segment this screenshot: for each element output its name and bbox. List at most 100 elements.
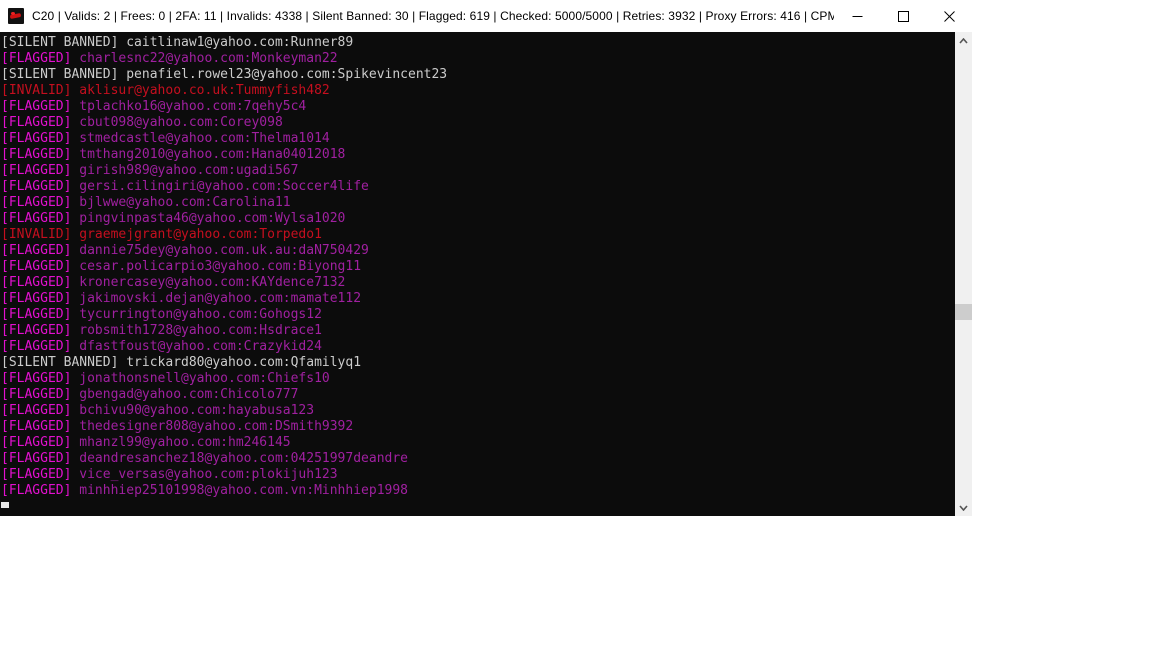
console-line: [FLAGGED] tmthang2010@yahoo.com:Hana0401… (1, 147, 947, 163)
console-output-area[interactable]: [SILENT BANNED] caitlinaw1@yahoo.com:Run… (0, 32, 972, 516)
close-button[interactable] (926, 0, 972, 32)
console-line: [INVALID] aklisur@yahoo.co.uk:Tummyfish4… (1, 83, 947, 99)
window-controls (834, 0, 972, 32)
console-line: [FLAGGED] gbengad@yahoo.com:Chicolo777 (1, 387, 947, 403)
console-line: [FLAGGED] vice_versas@yahoo.com:plokijuh… (1, 467, 947, 483)
maximize-button[interactable] (880, 0, 926, 32)
status-badge: [FLAGGED] (1, 323, 72, 338)
scrollbar-track[interactable] (955, 49, 972, 499)
status-badge: [FLAGGED] (1, 163, 72, 178)
console-line: [FLAGGED] bchivu90@yahoo.com:hayabusa123 (1, 403, 947, 419)
console-line: [INVALID] graemejgrant@yahoo.com:Torpedo… (1, 227, 947, 243)
console-line: [SILENT BANNED] caitlinaw1@yahoo.com:Run… (1, 35, 947, 51)
status-badge: [FLAGGED] (1, 339, 72, 354)
vertical-scrollbar[interactable] (955, 32, 972, 516)
credential-text: kronercasey@yahoo.com:KAYdence7132 (79, 275, 346, 290)
console-line: [FLAGGED] jonathonsnell@yahoo.com:Chiefs… (1, 371, 947, 387)
status-badge: [FLAGGED] (1, 403, 72, 418)
status-badge: [FLAGGED] (1, 195, 72, 210)
credential-text: vice_versas@yahoo.com:plokijuh123 (79, 467, 338, 482)
credential-text: minhhiep25101998@yahoo.com.vn:Minhhiep19… (79, 483, 409, 498)
status-badge: [SILENT BANNED] (1, 355, 119, 370)
credential-text: girish989@yahoo.com:ugadi567 (79, 163, 299, 178)
status-badge: [FLAGGED] (1, 259, 72, 274)
credential-text: tycurrington@yahoo.com:Gohogs12 (79, 307, 322, 322)
status-badge: [FLAGGED] (1, 147, 72, 162)
text-cursor (1, 502, 9, 508)
credential-text: dfastfoust@yahoo.com:Crazykid24 (79, 339, 322, 354)
credential-text: pingvinpasta46@yahoo.com:Wylsa1020 (79, 211, 346, 226)
status-badge: [FLAGGED] (1, 483, 72, 498)
status-badge: [FLAGGED] (1, 275, 72, 290)
console-line: [FLAGGED] minhhiep25101998@yahoo.com.vn:… (1, 483, 947, 499)
status-badge: [FLAGGED] (1, 291, 72, 306)
credential-text: charlesnc22@yahoo.com:Monkeyman22 (79, 51, 338, 66)
credential-text: tplachko16@yahoo.com:7qehy5c4 (79, 99, 307, 114)
console-line: [FLAGGED] dfastfoust@yahoo.com:Crazykid2… (1, 339, 947, 355)
console-line: [FLAGGED] jakimovski.dejan@yahoo.com:mam… (1, 291, 947, 307)
credential-text: thedesigner808@yahoo.com:DSmith9392 (79, 419, 354, 434)
status-badge: [FLAGGED] (1, 387, 72, 402)
titlebar[interactable]: C20 | Valids: 2 | Frees: 0 | 2FA: 11 | I… (0, 0, 972, 32)
console-line: [FLAGGED] kronercasey@yahoo.com:KAYdence… (1, 275, 947, 291)
status-badge: [FLAGGED] (1, 211, 72, 226)
console-log: [SILENT BANNED] caitlinaw1@yahoo.com:Run… (1, 35, 947, 499)
credential-text: bchivu90@yahoo.com:hayabusa123 (79, 403, 315, 418)
console-line: [FLAGGED] robsmith1728@yahoo.com:Hsdrace… (1, 323, 947, 339)
credential-text: trickard80@yahoo.com:Qfamilyq1 (126, 355, 362, 370)
console-line: [FLAGGED] bjlwwe@yahoo.com:Carolina11 (1, 195, 947, 211)
minimize-button[interactable] (834, 0, 880, 32)
console-line: [FLAGGED] dannie75dey@yahoo.com.uk.au:da… (1, 243, 947, 259)
console-line: [FLAGGED] tycurrington@yahoo.com:Gohogs1… (1, 307, 947, 323)
credential-text: jonathonsnell@yahoo.com:Chiefs10 (79, 371, 330, 386)
minimize-icon (852, 15, 862, 17)
console-line: [FLAGGED] cbut098@yahoo.com:Corey098 (1, 115, 947, 131)
status-badge: [FLAGGED] (1, 371, 72, 386)
scrollbar-thumb[interactable] (955, 304, 972, 320)
credential-text: graemejgrant@yahoo.com:Torpedo1 (79, 227, 322, 242)
status-badge: [FLAGGED] (1, 419, 72, 434)
console-line: [FLAGGED] gersi.cilingiri@yahoo.com:Socc… (1, 179, 947, 195)
status-badge: [FLAGGED] (1, 115, 72, 130)
credential-text: mhanzl99@yahoo.com:hm246145 (79, 435, 291, 450)
console-line: [FLAGGED] cesar.policarpio3@yahoo.com:Bi… (1, 259, 947, 275)
credential-text: tmthang2010@yahoo.com:Hana04012018 (79, 147, 346, 162)
console-line: [FLAGGED] stmedcastle@yahoo.com:Thelma10… (1, 131, 947, 147)
scroll-down-button[interactable] (955, 499, 972, 516)
status-badge: [FLAGGED] (1, 307, 72, 322)
credential-text: gbengad@yahoo.com:Chicolo777 (79, 387, 299, 402)
chevron-up-icon (959, 37, 968, 44)
credential-text: cbut098@yahoo.com:Corey098 (79, 115, 283, 130)
console-line: [FLAGGED] tplachko16@yahoo.com:7qehy5c4 (1, 99, 947, 115)
console-line: [FLAGGED] mhanzl99@yahoo.com:hm246145 (1, 435, 947, 451)
app-icon (8, 8, 24, 24)
window-title: C20 | Valids: 2 | Frees: 0 | 2FA: 11 | I… (32, 9, 834, 23)
status-badge: [SILENT BANNED] (1, 35, 119, 50)
scroll-up-button[interactable] (955, 32, 972, 49)
credential-text: cesar.policarpio3@yahoo.com:Biyong11 (79, 259, 362, 274)
credential-text: caitlinaw1@yahoo.com:Runner89 (126, 35, 354, 50)
status-badge: [FLAGGED] (1, 179, 72, 194)
credential-text: jakimovski.dejan@yahoo.com:mamate112 (79, 291, 362, 306)
console-line: [FLAGGED] girish989@yahoo.com:ugadi567 (1, 163, 947, 179)
console-line: [FLAGGED] pingvinpasta46@yahoo.com:Wylsa… (1, 211, 947, 227)
console-line: [FLAGGED] charlesnc22@yahoo.com:Monkeyma… (1, 51, 947, 67)
credential-text: penafiel.rowel23@yahoo.com:Spikevincent2… (126, 67, 448, 82)
status-badge: [FLAGGED] (1, 51, 72, 66)
console-line: [FLAGGED] thedesigner808@yahoo.com:DSmit… (1, 419, 947, 435)
credential-text: bjlwwe@yahoo.com:Carolina11 (79, 195, 291, 210)
status-badge: [FLAGGED] (1, 243, 72, 258)
console-line: [FLAGGED] deandresanchez18@yahoo.com:042… (1, 451, 947, 467)
credential-text: dannie75dey@yahoo.com.uk.au:daN750429 (79, 243, 369, 258)
credential-text: aklisur@yahoo.co.uk:Tummyfish482 (79, 83, 330, 98)
status-badge: [FLAGGED] (1, 435, 72, 450)
credential-text: stmedcastle@yahoo.com:Thelma1014 (79, 131, 330, 146)
status-badge: [FLAGGED] (1, 131, 72, 146)
status-badge: [FLAGGED] (1, 99, 72, 114)
status-badge: [INVALID] (1, 83, 72, 98)
console-line: [SILENT BANNED] trickard80@yahoo.com:Qfa… (1, 355, 947, 371)
status-badge: [FLAGGED] (1, 467, 72, 482)
console-line: [SILENT BANNED] penafiel.rowel23@yahoo.c… (1, 67, 947, 83)
status-badge: [INVALID] (1, 227, 72, 242)
close-icon (943, 10, 955, 22)
